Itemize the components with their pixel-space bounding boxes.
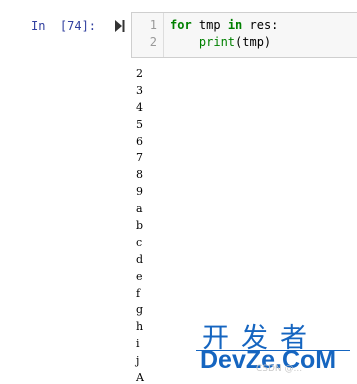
watermark-faint-text: CSDN @...: [256, 364, 303, 374]
run-cell-icon[interactable]: [115, 20, 125, 32]
code-editor[interactable]: 1 2 for tmp in res: print(tmp): [131, 12, 357, 58]
builtin-print: print: [198, 35, 236, 49]
output-line: 7: [136, 151, 143, 165]
output-line: 9: [136, 185, 143, 199]
output-line: 8: [136, 168, 143, 182]
line-number: 1: [149, 18, 157, 32]
output-line: 3: [136, 83, 143, 97]
output-line: e: [136, 269, 143, 283]
output-line: f: [136, 286, 141, 300]
output-line: g: [136, 303, 144, 317]
code-text: res:: [242, 18, 279, 32]
output-line: b: [136, 219, 144, 233]
code-text: (tmp): [235, 35, 272, 49]
cell-output: 2 3 4 5 6 7 8 9 a b c d e f g h i j A: [136, 66, 144, 384]
output-line: 6: [136, 134, 143, 148]
keyword-in: in: [227, 18, 243, 32]
keyword-for: for: [170, 18, 192, 32]
watermark-logo: 开发者 DevZe.CoM CSDN @...: [196, 316, 356, 384]
output-line: i: [136, 337, 140, 351]
output-line: a: [136, 202, 143, 216]
output-line: c: [136, 235, 143, 249]
output-line: A: [136, 371, 144, 384]
output-line: h: [136, 320, 144, 334]
output-line: 5: [136, 117, 143, 131]
line-number-gutter: 1 2: [132, 13, 164, 57]
code-line: for tmp in res:: [170, 17, 278, 34]
output-line: j: [136, 354, 140, 368]
output-line: 4: [136, 100, 143, 114]
code-text: tmp: [191, 18, 228, 32]
output-line: 2: [136, 67, 143, 80]
output-line: d: [136, 252, 144, 266]
input-prompt: In [74]:: [31, 19, 97, 33]
line-number: 2: [149, 35, 157, 49]
code-line: print(tmp): [170, 34, 271, 51]
